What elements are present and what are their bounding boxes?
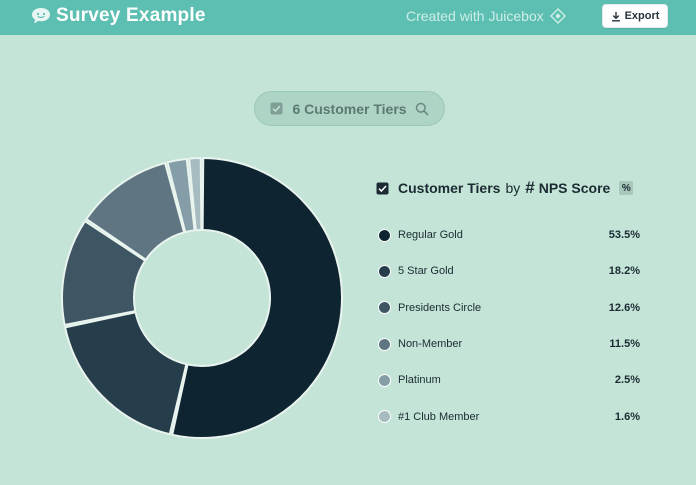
donut-chart bbox=[61, 157, 343, 439]
legend-list: Regular Gold 53.5% 5 Star Gold 18.2% Preside… bbox=[378, 217, 640, 435]
by-label: by bbox=[505, 180, 521, 196]
juicebox-diamond-icon bbox=[549, 8, 566, 24]
legend-label: Regular Gold bbox=[398, 229, 463, 242]
legend-swatch bbox=[378, 337, 391, 351]
download-icon bbox=[611, 11, 620, 21]
customer-tiers-filter[interactable]: 6 Customer Tiers bbox=[254, 91, 445, 126]
legend-item[interactable]: Platinum 2.5% bbox=[378, 362, 640, 398]
legend-label: 5 Star Gold bbox=[398, 265, 454, 278]
metric-label[interactable]: NPS Score bbox=[539, 180, 611, 196]
checkbox-icon[interactable] bbox=[376, 182, 389, 195]
legend-swatch bbox=[378, 264, 391, 278]
legend-value: 1.6% bbox=[614, 410, 640, 423]
chat-bubble-icon bbox=[32, 8, 50, 24]
search-icon bbox=[415, 102, 429, 116]
donut-slice-5-star-gold[interactable] bbox=[64, 311, 188, 436]
legend-item[interactable]: 5 Star Gold 18.2% bbox=[378, 253, 640, 289]
legend-value: 2.5% bbox=[614, 374, 640, 387]
export-label: Export bbox=[624, 10, 660, 22]
legend-value: 53.5% bbox=[608, 229, 640, 242]
legend-item[interactable]: Presidents Circle 12.6% bbox=[378, 290, 640, 326]
checkbox-icon bbox=[270, 102, 283, 115]
legend-item[interactable]: #1 Club Member 1.6% bbox=[378, 398, 640, 434]
dimension-label[interactable]: Customer Tiers bbox=[398, 180, 500, 196]
number-format-icon: # bbox=[525, 178, 535, 197]
legend-value: 18.2% bbox=[608, 265, 640, 278]
legend-swatch bbox=[378, 373, 391, 387]
export-button[interactable]: Export bbox=[602, 4, 668, 28]
legend-header: Customer Tiers by # NPS Score % bbox=[376, 178, 640, 198]
created-with-label: Created with Juicebox bbox=[406, 8, 544, 24]
legend-value: 11.5% bbox=[609, 338, 640, 351]
legend-label: #1 Club Member bbox=[398, 410, 480, 423]
brand[interactable]: Survey Example bbox=[30, 4, 206, 28]
legend-value: 12.6% bbox=[608, 301, 640, 314]
legend-label: Presidents Circle bbox=[398, 301, 482, 314]
percent-toggle-button[interactable]: % bbox=[619, 181, 634, 195]
legend-label: Platinum bbox=[398, 374, 441, 387]
legend-item[interactable]: Non-Member 11.5% bbox=[378, 326, 640, 362]
top-bar: Survey Example Created with Juicebox Exp… bbox=[0, 0, 696, 35]
legend-label: Non-Member bbox=[398, 338, 463, 351]
page-title: Survey Example bbox=[56, 5, 206, 26]
legend-swatch bbox=[378, 301, 391, 315]
filter-label: 6 Customer Tiers bbox=[292, 100, 407, 117]
legend-swatch bbox=[378, 410, 391, 424]
legend-item[interactable]: Regular Gold 53.5% bbox=[378, 217, 640, 253]
created-with-link[interactable]: Created with Juicebox bbox=[406, 7, 566, 25]
legend-swatch bbox=[378, 228, 391, 242]
